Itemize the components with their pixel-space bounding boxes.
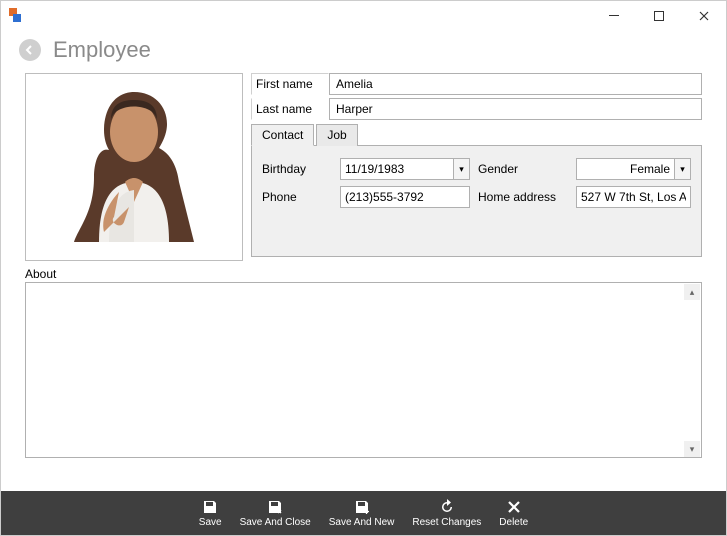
chevron-down-icon[interactable]: ▾: [675, 158, 691, 180]
tabs: Contact Job Birthday ▾ Gender ▾: [251, 123, 702, 257]
gender-combo[interactable]: ▾: [576, 158, 691, 180]
reset-icon: [438, 498, 456, 516]
tab-contact[interactable]: Contact: [251, 124, 314, 146]
phone-label: Phone: [262, 190, 332, 204]
birthday-combo[interactable]: ▾: [340, 158, 470, 180]
scroll-up-icon[interactable]: ▴: [684, 284, 700, 300]
save-close-button[interactable]: Save And Close: [236, 498, 315, 528]
chevron-down-icon[interactable]: ▾: [454, 158, 470, 180]
about-textarea[interactable]: [25, 282, 702, 458]
phone-input[interactable]: [340, 186, 470, 208]
save-new-icon: [353, 498, 371, 516]
birthday-input[interactable]: [340, 158, 454, 180]
back-arrow-icon: [24, 44, 36, 56]
maximize-icon: [654, 11, 664, 21]
save-new-button[interactable]: Save And New: [325, 498, 399, 528]
contact-grid: Birthday ▾ Gender ▾ Phone Home address: [262, 158, 691, 208]
last-name-label: Last name: [251, 98, 329, 120]
maximize-button[interactable]: [636, 1, 681, 31]
app-icon: [7, 8, 23, 24]
header: Employee: [1, 31, 726, 67]
content: First name Last name Contact Job Birthda…: [1, 67, 726, 463]
save-close-icon: [266, 498, 284, 516]
gender-input[interactable]: [576, 158, 675, 180]
tab-job[interactable]: Job: [316, 124, 357, 146]
last-name-input[interactable]: [329, 98, 702, 120]
first-name-label: First name: [251, 73, 329, 95]
birthday-label: Birthday: [262, 162, 332, 176]
titlebar-left: [1, 8, 23, 24]
window-controls: [591, 1, 726, 31]
first-name-row: First name: [251, 73, 702, 95]
save-label: Save: [199, 517, 222, 528]
back-button[interactable]: [19, 39, 41, 61]
save-close-label: Save And Close: [240, 517, 311, 528]
save-button[interactable]: Save: [195, 498, 226, 528]
delete-icon: [505, 498, 523, 516]
gender-label: Gender: [478, 162, 568, 176]
last-name-row: Last name: [251, 98, 702, 120]
tab-body-contact: Birthday ▾ Gender ▾ Phone Home address: [251, 145, 702, 257]
tab-strip: Contact Job: [251, 123, 702, 145]
employee-photo[interactable]: [25, 73, 243, 261]
minimize-icon: [609, 11, 619, 21]
photo-placeholder-icon: [59, 82, 209, 252]
delete-button[interactable]: Delete: [495, 498, 532, 528]
save-new-label: Save And New: [329, 517, 395, 528]
delete-label: Delete: [499, 517, 528, 528]
about-label: About: [25, 267, 702, 281]
close-icon: [699, 11, 709, 21]
top-row: First name Last name Contact Job Birthda…: [25, 73, 702, 261]
save-icon: [201, 498, 219, 516]
reset-label: Reset Changes: [412, 517, 481, 528]
first-name-input[interactable]: [329, 73, 702, 95]
scroll-down-icon[interactable]: ▾: [684, 441, 700, 457]
about-wrap: ▴ ▾: [25, 282, 702, 463]
address-label: Home address: [478, 190, 568, 204]
minimize-button[interactable]: [591, 1, 636, 31]
reset-button[interactable]: Reset Changes: [408, 498, 485, 528]
titlebar: [1, 1, 726, 31]
address-input[interactable]: [576, 186, 691, 208]
about-section: About ▴ ▾: [25, 267, 702, 463]
page-title: Employee: [53, 37, 151, 63]
close-button[interactable]: [681, 1, 726, 31]
action-bar: Save Save And Close Save And New Reset C…: [1, 491, 726, 535]
fields-panel: First name Last name Contact Job Birthda…: [251, 73, 702, 257]
